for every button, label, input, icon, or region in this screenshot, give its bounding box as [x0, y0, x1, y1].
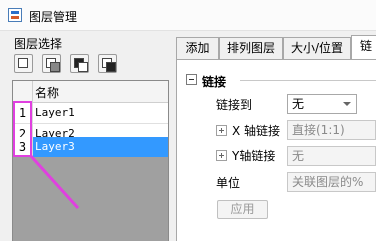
layer-row-name: Layer3 — [35, 140, 75, 153]
index-highlight-box — [13, 101, 32, 157]
layer-back-button[interactable] — [98, 54, 117, 73]
layer-select-label: 图层选择 — [14, 37, 63, 51]
layer-move-down-button[interactable] — [42, 54, 61, 73]
tab-add[interactable]: 添加 — [176, 37, 219, 59]
layer-front-button[interactable] — [70, 54, 89, 73]
collapse-icon[interactable] — [186, 74, 197, 85]
unit-value: 关联图层的% — [292, 175, 364, 189]
index-column-header — [13, 81, 33, 102]
x-link-label: X 轴链接 — [232, 124, 281, 138]
layer-management-window: 图层管理 图层选择 名称 1 Layer1 2 Layer2 3 Layer3 — [0, 0, 376, 241]
window-title: 图层管理 — [29, 10, 78, 24]
link-to-dropdown[interactable]: 无 — [287, 94, 357, 114]
link-to-value: 无 — [292, 97, 305, 111]
chevron-down-icon — [343, 102, 351, 106]
y-link-label: Y轴链接 — [232, 149, 276, 163]
section-divider — [240, 80, 376, 81]
unit-label: 单位 — [216, 176, 241, 190]
layer-row-3-selected[interactable]: 3 Layer3 — [13, 137, 168, 157]
apply-button[interactable]: 应用 — [217, 200, 268, 219]
name-column-header[interactable]: 名称 — [35, 84, 59, 101]
x-link-value: 直接(1:1) — [292, 123, 345, 137]
tab-size-position[interactable]: 大小/位置 — [283, 37, 351, 59]
tab-arrange-layers[interactable]: 排列图层 — [219, 37, 283, 59]
y-link-value: 无 — [292, 149, 305, 163]
layer-list-header: 名称 — [13, 81, 168, 103]
x-link-dropdown[interactable]: 直接(1:1) — [287, 120, 376, 140]
layer-back-icon-part — [106, 62, 116, 72]
layer-list: 名称 1 Layer1 2 Layer2 3 Layer3 — [12, 80, 169, 241]
unit-dropdown[interactable]: 关联图层的% — [287, 172, 376, 192]
layer-move-down-icon-part — [50, 62, 60, 72]
expand-y-link-icon[interactable] — [216, 150, 227, 161]
layer-row-name: Layer1 — [35, 106, 75, 119]
layer-manager-app-icon — [8, 8, 22, 22]
title-bar: 图层管理 — [0, 0, 376, 31]
expand-x-link-icon[interactable] — [216, 125, 227, 136]
layer-move-up-icon — [18, 58, 28, 68]
layer-move-up-button[interactable] — [14, 54, 33, 73]
tab-link[interactable]: 链 — [351, 35, 376, 60]
layer-row-1[interactable]: 1 Layer1 — [13, 103, 168, 123]
link-to-label: 链接到 — [216, 98, 253, 112]
y-link-dropdown[interactable]: 无 — [287, 146, 376, 166]
section-title-link: 链接 — [202, 75, 227, 89]
layer-front-icon-part — [78, 62, 88, 72]
